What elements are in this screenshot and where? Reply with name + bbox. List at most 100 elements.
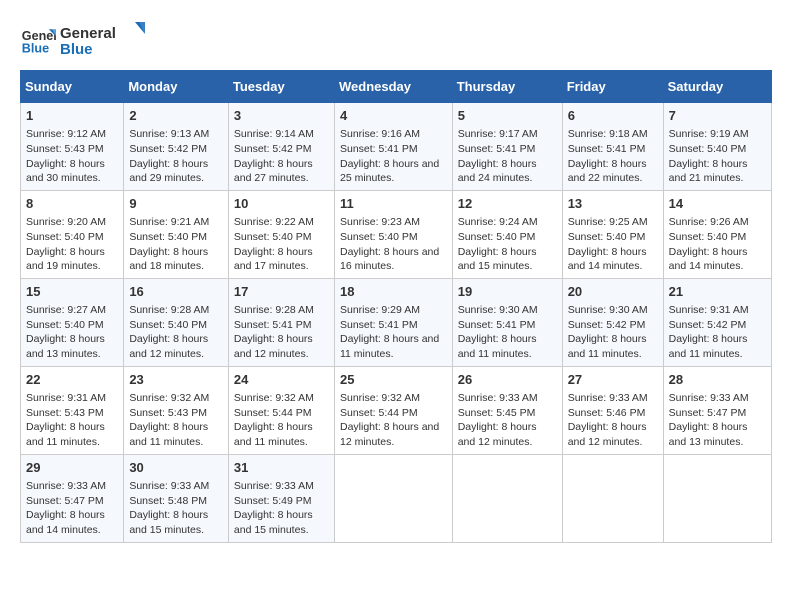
sunrise-text: Sunrise: 9:17 AM	[458, 128, 538, 140]
day-number: 2	[129, 107, 223, 125]
logo-svg: General Blue	[60, 20, 150, 60]
calendar-row-2: 8Sunrise: 9:20 AMSunset: 5:40 PMDaylight…	[21, 190, 772, 278]
daylight-text: Daylight: 8 hours and 15 minutes.	[129, 509, 208, 536]
logo: General Blue General Blue	[20, 20, 150, 60]
day-number: 29	[26, 459, 118, 477]
day-number: 10	[234, 195, 329, 213]
sunrise-text: Sunrise: 9:13 AM	[129, 128, 209, 140]
header-day-friday: Friday	[562, 71, 663, 103]
day-number: 17	[234, 283, 329, 301]
sunset-text: Sunset: 5:40 PM	[234, 231, 312, 243]
day-number: 6	[568, 107, 658, 125]
day-number: 3	[234, 107, 329, 125]
sunrise-text: Sunrise: 9:29 AM	[340, 304, 420, 316]
daylight-text: Daylight: 8 hours and 27 minutes.	[234, 158, 313, 185]
logo-icon: General Blue	[20, 22, 56, 58]
sunset-text: Sunset: 5:40 PM	[129, 231, 207, 243]
daylight-text: Daylight: 8 hours and 15 minutes.	[234, 509, 313, 536]
sunset-text: Sunset: 5:43 PM	[129, 407, 207, 419]
sunset-text: Sunset: 5:40 PM	[26, 319, 104, 331]
day-cell-20: 20 Sunrise: 9:30 AM Sunset: 5:42 PM Dayligh…	[562, 278, 663, 366]
sunrise-text: Sunrise: 9:18 AM	[568, 128, 648, 140]
day-cell-13: 13Sunrise: 9:25 AMSunset: 5:40 PMDayligh…	[562, 190, 663, 278]
daylight-text: Daylight: 8 hours and 11 minutes.	[26, 421, 105, 448]
sunrise-text: Sunrise: 9:32 AM	[129, 392, 209, 404]
sunrise-text: Sunrise: 9:16 AM	[340, 128, 420, 140]
day-cell-5: 5Sunrise: 9:17 AMSunset: 5:41 PMDaylight…	[452, 103, 562, 191]
sunset-text: Sunset: 5:42 PM	[568, 319, 646, 331]
header-day-saturday: Saturday	[663, 71, 771, 103]
daylight-text: Daylight: 8 hours and 13 minutes.	[669, 421, 748, 448]
day-number: 31	[234, 459, 329, 477]
sunrise-text: Sunrise: 9:32 AM	[234, 392, 314, 404]
sunrise-text: Sunrise: 9:14 AM	[234, 128, 314, 140]
daylight-text: Daylight: 8 hours and 30 minutes.	[26, 158, 105, 185]
day-cell-11: 11Sunrise: 9:23 AMSunset: 5:40 PMDayligh…	[334, 190, 452, 278]
day-number: 19	[458, 283, 557, 301]
sunrise-text: Sunrise: 9:31 AM	[26, 392, 106, 404]
sunset-text: Sunset: 5:40 PM	[568, 231, 646, 243]
calendar-row-5: 29Sunrise: 9:33 AMSunset: 5:47 PMDayligh…	[21, 454, 772, 542]
daylight-text: Daylight: 8 hours and 13 minutes.	[26, 333, 105, 360]
day-number: 21	[669, 283, 766, 301]
day-cell-29: 29Sunrise: 9:33 AMSunset: 5:47 PMDayligh…	[21, 454, 124, 542]
sunrise-text: Sunrise: 9:31 AM	[669, 304, 749, 316]
daylight-text: Daylight: 8 hours and 15 minutes.	[458, 246, 537, 273]
daylight-text: Daylight: 8 hours and 29 minutes.	[129, 158, 208, 185]
page-header: General Blue General Blue	[20, 20, 772, 60]
empty-cell	[663, 454, 771, 542]
day-number: 24	[234, 371, 329, 389]
day-cell-26: 26Sunrise: 9:33 AMSunset: 5:45 PMDayligh…	[452, 366, 562, 454]
daylight-text: Daylight: 8 hours and 18 minutes.	[129, 246, 208, 273]
header-day-wednesday: Wednesday	[334, 71, 452, 103]
day-cell-25: 25Sunrise: 9:32 AMSunset: 5:44 PMDayligh…	[334, 366, 452, 454]
sunset-text: Sunset: 5:40 PM	[129, 319, 207, 331]
daylight-text: Daylight: 8 hours and 21 minutes.	[669, 158, 748, 185]
sunrise-text: Sunrise: 9:23 AM	[340, 216, 420, 228]
day-cell-3: 3Sunrise: 9:14 AMSunset: 5:42 PMDaylight…	[228, 103, 334, 191]
day-cell-28: 28Sunrise: 9:33 AMSunset: 5:47 PMDayligh…	[663, 366, 771, 454]
sunset-text: Sunset: 5:41 PM	[340, 143, 418, 155]
sunset-text: Sunset: 5:41 PM	[568, 143, 646, 155]
day-number: 14	[669, 195, 766, 213]
sunset-text: Sunset: 5:40 PM	[458, 231, 536, 243]
header-day-thursday: Thursday	[452, 71, 562, 103]
sunrise-text: Sunrise: 9:19 AM	[669, 128, 749, 140]
sunrise-text: Sunrise: 9:33 AM	[129, 480, 209, 492]
day-number: 20	[568, 283, 658, 301]
daylight-text: Daylight: 8 hours and 12 minutes.	[129, 333, 208, 360]
sunrise-text: Sunrise: 9:30 AM	[568, 304, 648, 316]
sunset-text: Sunset: 5:42 PM	[129, 143, 207, 155]
sunrise-text: Sunrise: 9:22 AM	[234, 216, 314, 228]
day-cell-19: 19Sunrise: 9:30 AMSunset: 5:41 PMDayligh…	[452, 278, 562, 366]
day-number: 9	[129, 195, 223, 213]
sunset-text: Sunset: 5:46 PM	[568, 407, 646, 419]
daylight-text: Daylight: 8 hours and 24 minutes.	[458, 158, 537, 185]
sunrise-text: Sunrise: 9:24 AM	[458, 216, 538, 228]
day-number: 4	[340, 107, 447, 125]
daylight-text: Daylight: 8 hours and 25 minutes.	[340, 158, 439, 185]
svg-text:Blue: Blue	[22, 42, 49, 56]
sunset-text: Sunset: 5:48 PM	[129, 495, 207, 507]
sunset-text: Sunset: 5:40 PM	[669, 143, 747, 155]
header-day-monday: Monday	[124, 71, 229, 103]
day-number: 18	[340, 283, 447, 301]
daylight-text: Daylight: 8 hours and 12 minutes.	[340, 421, 439, 448]
sunset-text: Sunset: 5:42 PM	[669, 319, 747, 331]
sunrise-text: Sunrise: 9:33 AM	[458, 392, 538, 404]
day-cell-22: 22Sunrise: 9:31 AMSunset: 5:43 PMDayligh…	[21, 366, 124, 454]
day-cell-8: 8Sunrise: 9:20 AMSunset: 5:40 PMDaylight…	[21, 190, 124, 278]
daylight-text: Daylight: 8 hours and 14 minutes.	[26, 509, 105, 536]
day-number: 25	[340, 371, 447, 389]
daylight-text: Daylight: 8 hours and 11 minutes.	[568, 333, 647, 360]
day-cell-23: 23Sunrise: 9:32 AMSunset: 5:43 PMDayligh…	[124, 366, 229, 454]
empty-cell	[562, 454, 663, 542]
daylight-text: Daylight: 8 hours and 11 minutes.	[234, 421, 313, 448]
day-cell-7: 7Sunrise: 9:19 AMSunset: 5:40 PMDaylight…	[663, 103, 771, 191]
day-cell-16: 16Sunrise: 9:28 AMSunset: 5:40 PMDayligh…	[124, 278, 229, 366]
day-number: 22	[26, 371, 118, 389]
sunrise-text: Sunrise: 9:30 AM	[458, 304, 538, 316]
sunrise-text: Sunrise: 9:12 AM	[26, 128, 106, 140]
sunrise-text: Sunrise: 9:27 AM	[26, 304, 106, 316]
day-number: 16	[129, 283, 223, 301]
